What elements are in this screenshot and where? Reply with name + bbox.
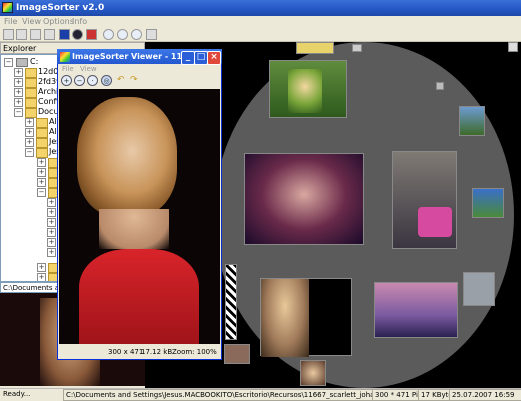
thumbnail[interactable] <box>436 82 444 90</box>
collapse-icon[interactable]: − <box>4 58 13 67</box>
viewer-menu-file[interactable]: File <box>62 64 74 74</box>
expand-icon[interactable]: + <box>25 128 34 137</box>
open-folder-icon[interactable] <box>3 29 14 40</box>
thumbnail[interactable] <box>392 151 457 249</box>
zoom-out-icon[interactable] <box>117 29 128 40</box>
thumbnail[interactable] <box>225 264 237 340</box>
thumbnail[interactable] <box>459 106 485 136</box>
menu-info[interactable]: Info <box>72 16 87 28</box>
zoom-reset-icon[interactable]: · <box>87 75 98 86</box>
thumbnail[interactable] <box>269 60 347 118</box>
copy-icon[interactable] <box>30 29 41 40</box>
thumbnail[interactable] <box>260 278 352 357</box>
tree-item[interactable]: + <box>47 217 57 227</box>
collapse-icon[interactable]: − <box>14 108 23 117</box>
minimize-icon[interactable]: _ <box>181 51 195 65</box>
thumbnail[interactable] <box>352 44 362 52</box>
status-ready: Ready... <box>1 389 67 399</box>
folder-icon <box>25 98 37 108</box>
tree-item[interactable]: + <box>47 197 57 207</box>
viewer-zoom: Zoom: 100% <box>172 348 217 356</box>
viewer-app-icon <box>60 52 70 62</box>
viewer-menu-view[interactable]: View <box>80 64 97 74</box>
collapse-icon[interactable]: − <box>25 148 34 157</box>
folder-icon <box>25 108 37 118</box>
folder-icon <box>36 128 48 138</box>
thumbnail[interactable] <box>244 153 364 245</box>
expand-icon[interactable]: + <box>14 78 23 87</box>
thumbnail[interactable] <box>224 344 250 364</box>
app-icon <box>2 2 13 13</box>
thumbnail[interactable] <box>508 42 518 52</box>
thumbnail[interactable] <box>374 282 458 338</box>
folder-icon <box>25 78 37 88</box>
drive-icon <box>16 58 28 67</box>
thumbnail[interactable] <box>296 42 334 54</box>
app-title: ImageSorter v2.0 <box>16 3 105 13</box>
thumbnail[interactable] <box>300 360 326 386</box>
maximize-icon[interactable]: □ <box>194 51 208 65</box>
zoom-fit-icon[interactable]: ◎ <box>101 75 112 86</box>
expand-icon[interactable]: + <box>14 68 23 77</box>
expand-icon[interactable]: + <box>25 118 34 127</box>
folder-icon <box>25 68 37 78</box>
tree-item[interactable]: + <box>37 272 60 281</box>
tree-item[interactable]: + <box>47 247 57 257</box>
save-icon[interactable] <box>16 29 27 40</box>
rotate-right-icon[interactable]: ↷ <box>130 76 140 85</box>
tree-item[interactable]: + <box>37 177 60 188</box>
menu-file[interactable]: File <box>4 16 17 28</box>
tree-item[interactable]: + <box>47 227 57 237</box>
viewer-filesize: 17.12 kB <box>141 348 173 356</box>
menu-options[interactable]: Options <box>43 16 74 28</box>
rotate-left-icon[interactable]: ↶ <box>117 76 127 85</box>
tree-item[interactable]: + <box>47 207 57 217</box>
zoom-out-icon[interactable]: − <box>74 75 85 86</box>
expand-icon[interactable]: + <box>14 98 23 107</box>
move-icon[interactable] <box>44 29 55 40</box>
sort-blue-icon[interactable] <box>59 29 70 40</box>
status-file-path: C:\Documents and Settings\Jesus.MACBOOKI… <box>63 389 377 401</box>
color-wheel-icon[interactable] <box>72 29 83 40</box>
status-date: 25.07.2007 16:59 <box>449 389 521 401</box>
status-pixels: 300 * 471 Pixel <box>372 389 423 401</box>
expand-icon[interactable]: + <box>25 138 34 147</box>
sort-red-icon[interactable] <box>86 29 97 40</box>
close-icon[interactable]: × <box>207 51 221 65</box>
tree-item[interactable]: + <box>37 167 60 178</box>
folder-icon <box>25 88 37 98</box>
viewer-dimensions: 300 x 471 <box>108 348 144 356</box>
tree-item[interactable]: − <box>37 187 60 198</box>
thumbnail[interactable] <box>463 272 495 306</box>
main-title-bar: ImageSorter v2.0 <box>0 0 521 16</box>
folder-icon <box>36 138 48 148</box>
zoom-in-icon[interactable] <box>103 29 114 40</box>
zoom-fit-icon[interactable] <box>131 29 142 40</box>
tree-item[interactable]: + <box>37 262 60 273</box>
folder-icon <box>36 118 48 128</box>
viewer-photo <box>59 89 220 344</box>
tree-item[interactable]: + <box>47 237 57 247</box>
menu-view[interactable]: View <box>22 16 41 28</box>
expand-icon[interactable]: + <box>14 88 23 97</box>
settings-icon[interactable] <box>146 29 157 40</box>
thumbnail[interactable] <box>472 188 504 218</box>
zoom-in-icon[interactable]: + <box>61 75 72 86</box>
tree-item[interactable]: + <box>37 157 60 168</box>
